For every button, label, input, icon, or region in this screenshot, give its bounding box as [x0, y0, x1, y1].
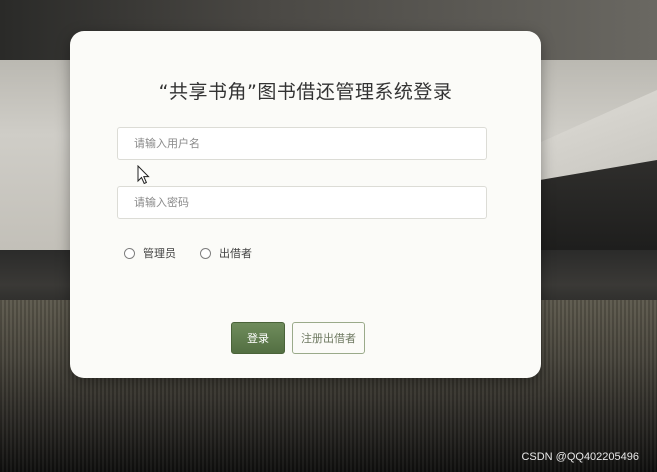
watermark-text: CSDN @QQ402205496	[521, 451, 639, 463]
username-input[interactable]	[117, 127, 487, 160]
radio-circle-icon[interactable]	[200, 247, 211, 259]
register-lender-button[interactable]: 注册出借者	[292, 322, 365, 354]
role-label-admin: 管理员	[143, 247, 176, 260]
radio-circle-icon[interactable]	[124, 247, 135, 259]
role-label-lender: 出借者	[219, 247, 252, 260]
role-radio-lender[interactable]: 出借者	[200, 245, 252, 261]
login-card: “共享书角”图书借还管理系统登录 管理员 出借者 登录 注册出借者	[70, 31, 541, 378]
login-button[interactable]: 登录	[231, 322, 285, 354]
password-input[interactable]	[117, 186, 487, 219]
mouse-pointer-icon	[137, 165, 150, 185]
role-radio-admin[interactable]: 管理员	[124, 245, 176, 261]
role-radio-group: 管理员 出借者	[124, 245, 252, 261]
login-title: “共享书角”图书借还管理系统登录	[158, 81, 453, 103]
